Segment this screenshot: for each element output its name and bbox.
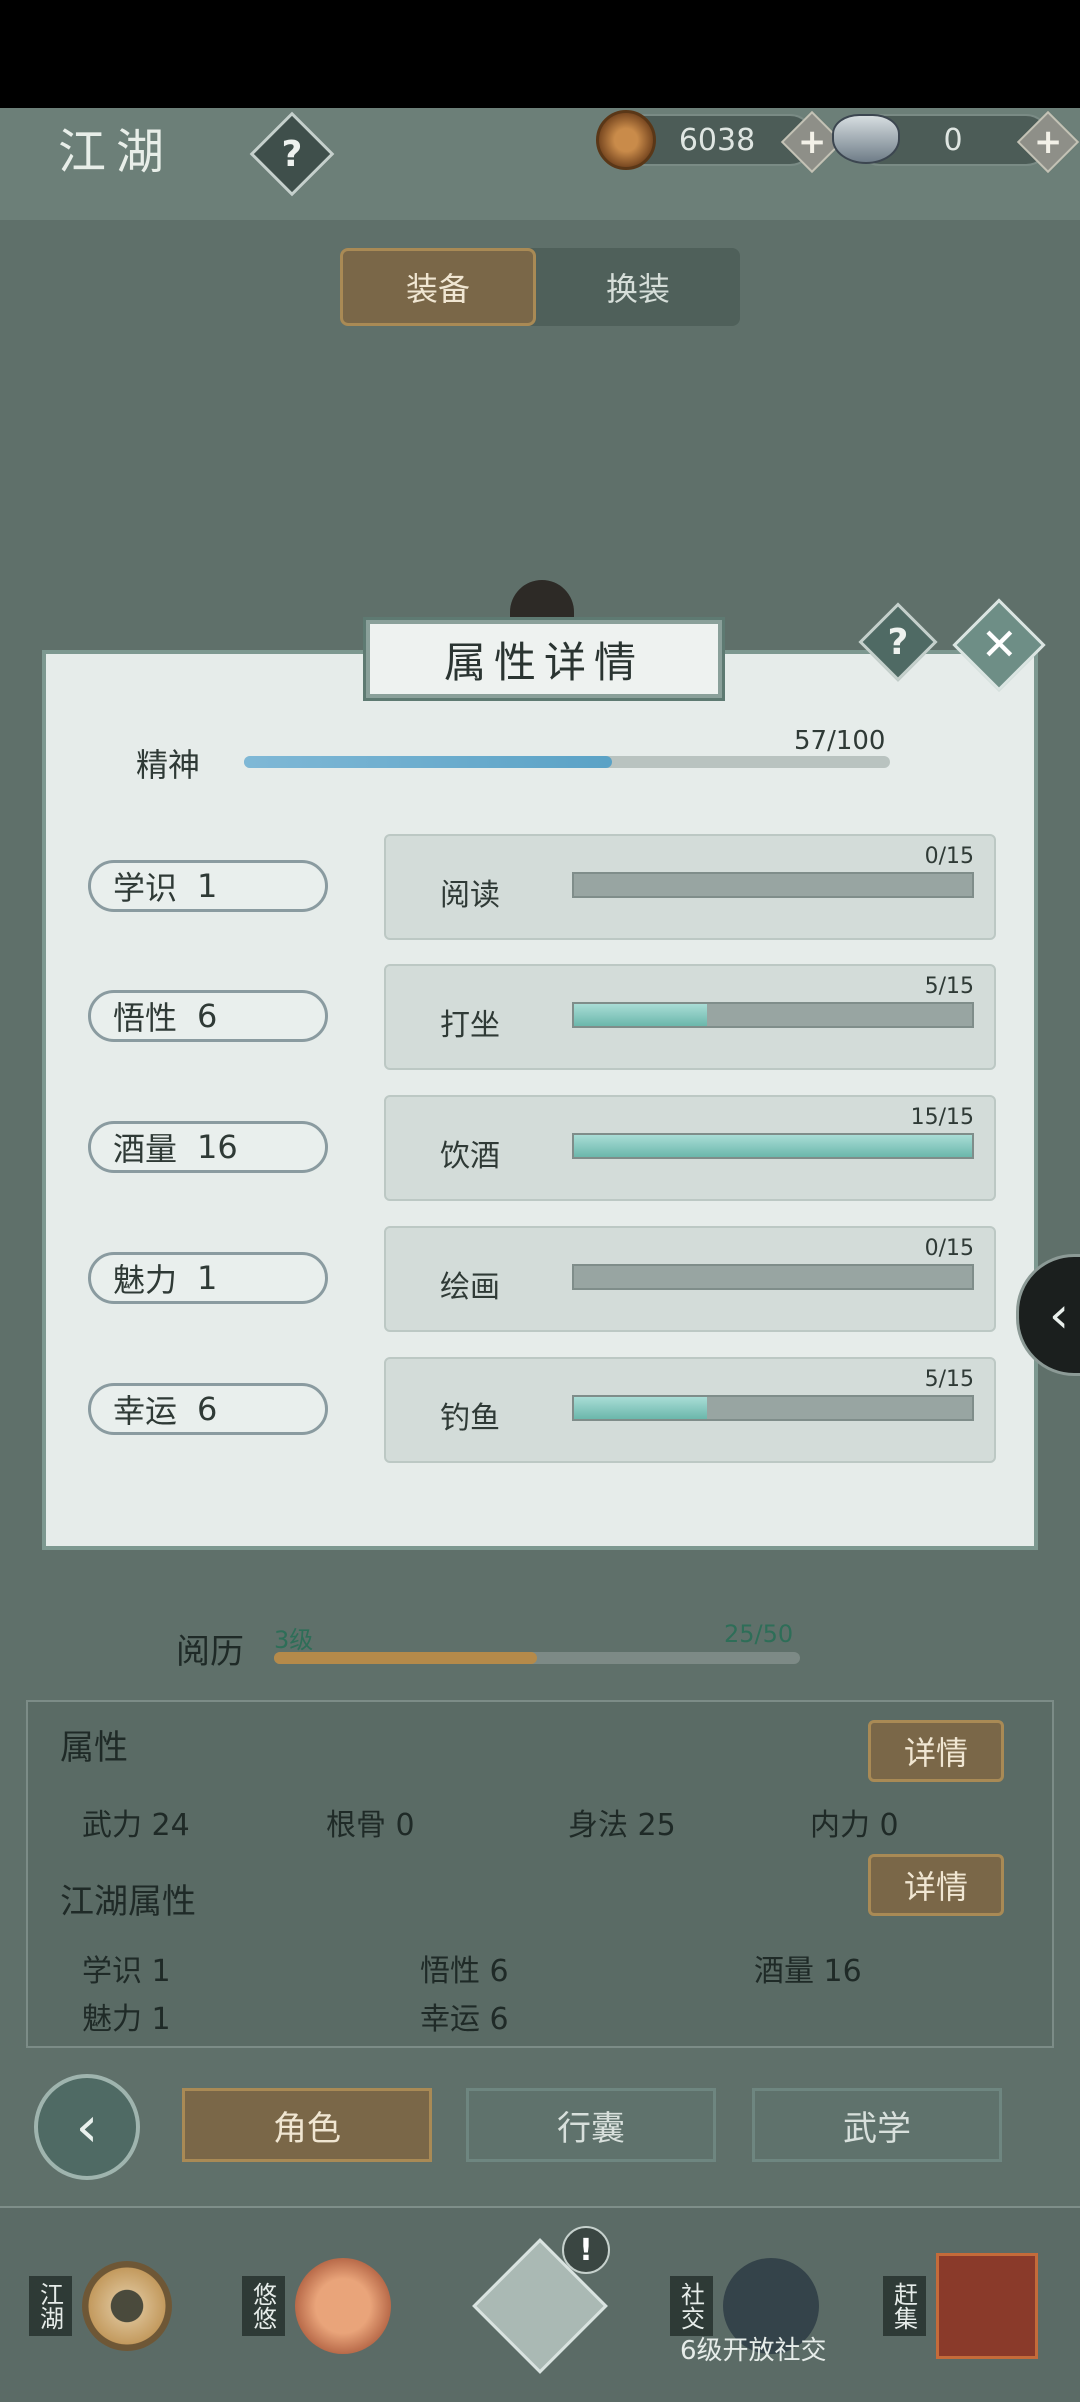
skill-progress-bar	[572, 1264, 974, 1290]
tab-martial-arts[interactable]: 武学	[752, 2088, 1002, 2162]
market-basket-icon	[935, 2253, 1038, 2359]
plus-icon: +	[797, 122, 827, 162]
tab-character[interactable]: 角色	[182, 2088, 432, 2162]
experience-progress-fill	[274, 1652, 537, 1664]
jianghu-attribute-item: 酒量 16	[754, 1954, 862, 1989]
dock-jianghu[interactable]: 江湖	[20, 2226, 180, 2386]
silver-ingot-icon	[832, 114, 900, 164]
spirit-label: 精神	[136, 746, 201, 784]
jade-disc-icon	[81, 2261, 172, 2351]
attr-pill-comprehension: 悟性 6	[88, 990, 328, 1042]
skill-progress-fill	[574, 1004, 707, 1026]
skill-progress-bar	[572, 1133, 974, 1159]
coin-icon	[596, 110, 656, 170]
skill-progress-fill	[574, 1397, 707, 1419]
plus-icon: +	[1033, 122, 1063, 162]
attribute-item: 内力 0	[810, 1808, 899, 1843]
tab-inventory[interactable]: 行囊	[466, 2088, 716, 2162]
attr-pill-knowledge: 学识 1	[88, 860, 328, 912]
experience-value: 25/50	[724, 1620, 794, 1648]
skill-card-painting[interactable]: 绘画 0/15	[384, 1226, 996, 1332]
experience-label: 阅历	[176, 1632, 244, 1672]
attribute-item: 身法 25	[568, 1808, 676, 1843]
experience-progress-bar	[274, 1652, 800, 1664]
tab-outfit[interactable]: 换装	[536, 248, 740, 326]
skill-progress-fill	[574, 1135, 972, 1157]
attributes-detail-button[interactable]: 详情	[868, 1720, 1004, 1782]
experience-level: 3级	[274, 1626, 314, 1654]
skill-card-reading[interactable]: 阅读 0/15	[384, 834, 996, 940]
skill-progress-bar	[572, 872, 974, 898]
back-button[interactable]: ‹	[34, 2074, 140, 2180]
jianghu-detail-button[interactable]: 详情	[868, 1854, 1004, 1916]
skill-card-meditation[interactable]: 打坐 5/15	[384, 964, 996, 1070]
jianghu-attributes-title: 江湖属性	[60, 1882, 196, 1922]
dock-youyou[interactable]: 悠悠	[236, 2226, 396, 2386]
skill-card-fishing[interactable]: 钓鱼 5/15	[384, 1357, 996, 1463]
jianghu-attribute-item: 魅力 1	[82, 2002, 171, 2037]
jianghu-attribute-item: 幸运 6	[420, 2002, 509, 2037]
skill-progress-bar	[572, 1002, 974, 1028]
dock-center-emblem[interactable]: !	[460, 2226, 620, 2386]
tab-equipment[interactable]: 装备	[340, 248, 536, 326]
skill-progress-bar	[572, 1395, 974, 1421]
alert-badge: !	[562, 2226, 610, 2274]
attributes-title: 属性	[60, 1728, 128, 1768]
attribute-item: 武力 24	[82, 1808, 190, 1843]
ingot-count: 0	[943, 122, 963, 158]
coin-count: 6038	[678, 122, 756, 158]
page-title: 江湖	[58, 124, 175, 180]
question-icon: ?	[887, 621, 909, 663]
spirit-progress-fill	[244, 756, 613, 768]
attribute-item: 根骨 0	[326, 1808, 415, 1843]
attr-pill-luck: 幸运 6	[88, 1383, 328, 1435]
chevron-left-icon: ‹	[75, 2094, 99, 2160]
status-bar	[0, 0, 1080, 108]
jianghu-attribute-item: 悟性 6	[420, 1954, 509, 1989]
question-icon: ?	[281, 133, 303, 175]
social-unlock-note: 6级开放社交	[680, 2336, 827, 2366]
swallow-icon	[294, 2258, 391, 2354]
skill-card-drinking[interactable]: 饮酒 15/15	[384, 1095, 996, 1201]
attr-pill-drinking: 酒量 16	[88, 1121, 328, 1173]
chevron-left-icon: ‹	[1049, 1286, 1069, 1344]
modal-title: 属性详情	[363, 617, 725, 701]
spirit-progress-bar	[244, 756, 890, 768]
jianghu-attribute-item: 学识 1	[82, 1954, 171, 1989]
equipment-tabs: 装备 换装	[340, 248, 740, 326]
attr-pill-charm: 魅力 1	[88, 1252, 328, 1304]
dock-market[interactable]: 赶集	[880, 2226, 1040, 2386]
spirit-value: 57/100	[794, 726, 886, 756]
close-icon: ✕	[980, 619, 1018, 670]
